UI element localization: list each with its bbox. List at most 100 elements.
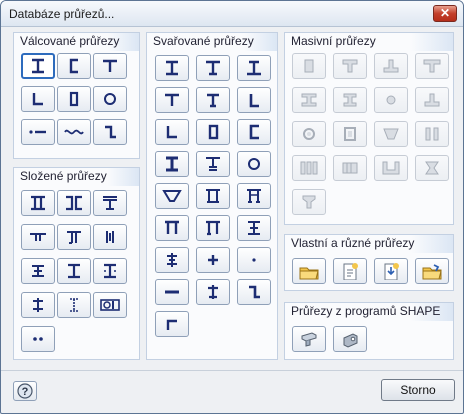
solid-tee-slab-button[interactable] — [415, 87, 449, 113]
i-with-cover-plate-icon — [68, 263, 80, 279]
welded-pi-button[interactable] — [155, 215, 189, 241]
solid-t-taper-button[interactable] — [292, 189, 326, 215]
solid-circle-button[interactable] — [374, 87, 408, 113]
shape-thin-button[interactable] — [292, 326, 326, 352]
panel-user-title: Vlastní a různé průřezy — [285, 235, 453, 253]
panel-massive-title: Masivní průřezy — [285, 33, 453, 51]
castellated-i-button[interactable] — [57, 292, 91, 318]
solid-triple-web-button[interactable] — [292, 155, 326, 181]
shape-massive-button[interactable] — [333, 326, 367, 352]
i-with-side-plates-icon — [104, 263, 116, 279]
new-section-icon — [343, 263, 358, 280]
double-i-button[interactable] — [21, 190, 55, 216]
welded-tee-alt-button[interactable] — [196, 87, 230, 113]
double-channel-face-button[interactable] — [57, 190, 91, 216]
channel-icon — [69, 58, 78, 74]
folder-export-button[interactable] — [415, 258, 449, 284]
solid-rectangle-icon — [304, 59, 314, 73]
rectangular-hollow-button[interactable] — [57, 86, 91, 112]
cancel-button[interactable]: Storno — [381, 379, 455, 401]
welded-channel-button[interactable] — [237, 119, 271, 145]
double-angle-t-button[interactable] — [21, 224, 55, 250]
welded-tee-stub-button[interactable] — [196, 279, 230, 305]
solid-hourglass-icon — [425, 161, 439, 175]
angle-cross-button[interactable] — [21, 292, 55, 318]
welded-tee-button[interactable] — [155, 87, 189, 113]
welded-z-alt-button[interactable] — [155, 311, 189, 337]
channel-pair-button[interactable] — [93, 224, 127, 250]
tee-button[interactable] — [93, 53, 127, 79]
solid-multi-web-button[interactable] — [333, 155, 367, 181]
solid-ring-button[interactable] — [292, 121, 326, 147]
angle-button[interactable] — [21, 86, 55, 112]
flat-bar-button[interactable] — [21, 119, 55, 145]
welded-i-icon — [166, 60, 178, 76]
double-dot-button[interactable] — [21, 326, 55, 352]
welded-i-unsymmetric-button[interactable] — [196, 55, 230, 81]
welded-box-flange-button[interactable] — [196, 183, 230, 209]
welded-dot-button[interactable] — [237, 247, 271, 273]
welded-angle-button[interactable] — [237, 87, 271, 113]
solid-rectangle-button[interactable] — [292, 53, 326, 79]
open-folder-icon — [299, 267, 319, 280]
welded-i-button[interactable] — [155, 55, 189, 81]
solid-inverted-tee-icon — [383, 59, 399, 73]
panel-welded-title: Svařované průřezy — [147, 33, 277, 51]
double-angle-t-alt-button[interactable] — [57, 224, 91, 250]
welded-flat-button[interactable] — [155, 279, 189, 305]
i-channel-combo-button[interactable] — [93, 292, 127, 318]
solid-inverted-tee-button[interactable] — [374, 53, 408, 79]
help-button[interactable]: ? — [13, 381, 37, 401]
solid-trapezoid-icon — [383, 128, 399, 140]
import-section-icon — [384, 263, 399, 280]
import-section-button[interactable] — [374, 258, 408, 284]
solid-u-button[interactable] — [374, 155, 408, 181]
dialog-title: Databáze průřezů... — [9, 7, 115, 21]
solid-box-icon — [344, 127, 356, 141]
channel-button[interactable] — [57, 53, 91, 79]
i-with-side-plates-button[interactable] — [93, 258, 127, 284]
welded-box-lipped-button[interactable] — [237, 183, 271, 209]
i-with-cover-plate-button[interactable] — [57, 258, 91, 284]
solid-i-stiff-button[interactable] — [333, 87, 367, 113]
welded-trough-button[interactable] — [155, 183, 189, 209]
folder-export-icon — [422, 264, 442, 280]
welded-tee-flange-icon — [206, 157, 220, 171]
welded-i-tapered-button[interactable] — [237, 55, 271, 81]
welded-box-flange-icon — [206, 189, 220, 203]
welded-i-heavy-button[interactable] — [155, 151, 189, 177]
welded-angle-alt-button[interactable] — [155, 119, 189, 145]
welded-cross-i-button[interactable] — [155, 247, 189, 273]
welded-pi-alt-button[interactable] — [196, 215, 230, 241]
sheet-pile-button[interactable] — [57, 119, 91, 145]
solid-i-button[interactable] — [292, 87, 326, 113]
solid-i-stiff-icon — [343, 93, 357, 107]
solid-box-button[interactable] — [333, 121, 367, 147]
welded-z-alt-icon — [166, 319, 177, 330]
solid-double-web-button[interactable] — [415, 121, 449, 147]
i-channel-combo-icon — [100, 299, 120, 311]
solid-trapezoid-button[interactable] — [374, 121, 408, 147]
open-folder-button[interactable] — [292, 258, 326, 284]
welded-plus-button[interactable] — [196, 247, 230, 273]
i-with-plates-button[interactable] — [21, 258, 55, 284]
solid-hourglass-button[interactable] — [415, 155, 449, 181]
welded-tee-flange-button[interactable] — [196, 151, 230, 177]
solid-tee-button[interactable] — [333, 53, 367, 79]
welded-box-button[interactable] — [196, 119, 230, 145]
solid-tee-wide-button[interactable] — [415, 53, 449, 79]
i-with-tee-button[interactable] — [93, 190, 127, 216]
close-button[interactable]: ✕ — [433, 5, 457, 22]
new-section-button[interactable] — [333, 258, 367, 284]
welded-i-stiffened-button[interactable] — [237, 215, 271, 241]
welded-box-icon — [208, 124, 219, 140]
i-beam-button[interactable] — [21, 53, 55, 79]
angle-cross-icon — [33, 298, 43, 312]
welded-pi-alt-icon — [206, 220, 220, 236]
solid-triple-web-icon — [300, 161, 318, 175]
welded-circle-button[interactable] — [237, 151, 271, 177]
z-section-button[interactable] — [93, 119, 127, 145]
circular-hollow-button[interactable] — [93, 86, 127, 112]
welded-z-button[interactable] — [237, 279, 271, 305]
solid-tee-wide-icon — [423, 59, 441, 73]
